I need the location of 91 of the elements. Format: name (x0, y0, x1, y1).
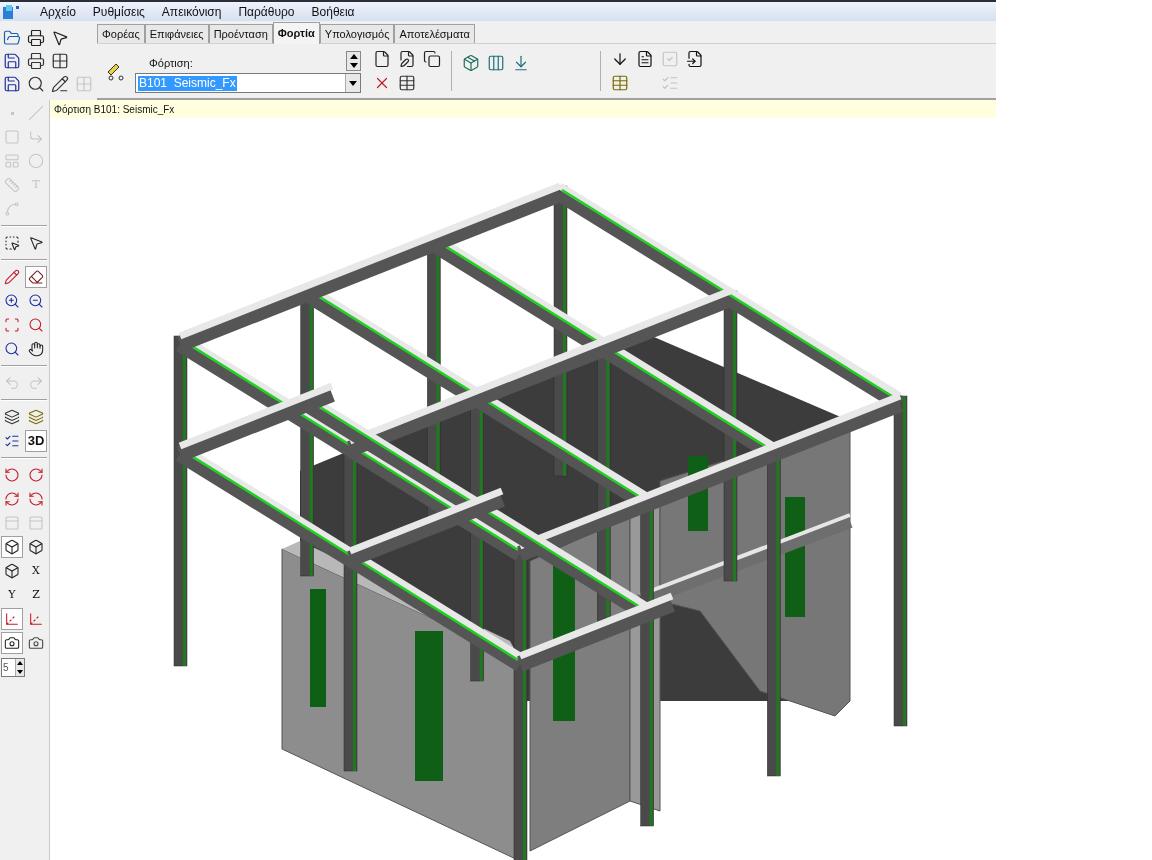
dropdown-button[interactable] (345, 74, 360, 92)
hand-icon (28, 341, 44, 357)
menu-item[interactable]: Απεικόνιση (160, 2, 223, 21)
document-icon (636, 50, 654, 68)
up-arrow-icon (349, 54, 358, 59)
down-arrow-icon (349, 80, 357, 86)
load-label: Φόρτιση: (149, 55, 193, 71)
menu-item[interactable]: Αρχείο (39, 2, 77, 21)
new-file-icon (373, 50, 391, 68)
arrow-down-icon (512, 54, 530, 72)
cube-icon (28, 539, 44, 555)
toolbar-button[interactable] (1, 536, 23, 558)
down-arrow-icon (17, 669, 23, 674)
load-value: B101 Seismic_Fx (138, 75, 237, 91)
view-button[interactable]: X (25, 560, 47, 582)
spin-value: 5 (2, 661, 10, 675)
rotate-icon (4, 491, 20, 507)
view-button[interactable]: Z (25, 584, 47, 606)
pencil-icon (4, 269, 20, 285)
polyline-icon (4, 153, 20, 169)
redo-icon (28, 375, 44, 391)
menu-item[interactable]: Ρυθμίσεις (91, 2, 146, 21)
plane-icon (28, 409, 44, 425)
tab[interactable]: Φορτία (272, 22, 320, 44)
rotate-icon (28, 491, 44, 507)
rectangle-icon (4, 129, 20, 145)
eraser-icon (28, 269, 44, 285)
plane-icon (4, 409, 20, 425)
check-icon (661, 50, 679, 68)
ruler-icon (4, 177, 20, 193)
node-select-icon (4, 235, 20, 251)
checklist-icon (661, 74, 679, 92)
magnifier-icon (4, 341, 20, 357)
printer-icon (27, 52, 45, 70)
columns-icon (487, 54, 505, 72)
menu-item[interactable]: Παράθυρο (237, 2, 296, 21)
pointer-icon (51, 29, 69, 47)
magnifier-icon (27, 75, 45, 93)
zoom-out-icon (28, 293, 44, 309)
tab[interactable]: Υπολογισμός (319, 24, 395, 43)
folder-open-icon (3, 29, 21, 47)
tab[interactable]: Προένταση (208, 24, 273, 43)
zoom-window-icon (4, 317, 20, 333)
cube-icon (4, 563, 20, 579)
axes-icon (4, 611, 20, 627)
toolbar-button[interactable] (1, 632, 23, 654)
arrow-down-icon (611, 50, 629, 68)
view-button[interactable]: 3D (25, 430, 47, 452)
pointer-icon (28, 235, 44, 251)
camera-icon (4, 635, 20, 651)
save-icon (3, 52, 21, 70)
spin-control[interactable] (346, 51, 361, 71)
zoom-in-icon (4, 293, 20, 309)
up-arrow-icon (17, 661, 23, 666)
toolbar-button[interactable] (49, 73, 71, 95)
down-arrow-icon (349, 63, 358, 68)
circle-icon (28, 153, 44, 169)
copy-icon (423, 50, 441, 68)
toolbar-button[interactable] (25, 50, 47, 72)
toolbar-button[interactable] (25, 27, 47, 49)
camera-icon (28, 635, 44, 651)
file-edit-icon (398, 50, 416, 68)
checklist-icon (4, 433, 20, 449)
line-icon (28, 105, 44, 121)
toolbar-button[interactable] (421, 48, 443, 70)
pencil-icon (51, 75, 69, 93)
save-icon (3, 75, 21, 93)
printer-icon (27, 29, 45, 47)
rotate-icon (28, 467, 44, 483)
cube-icon (4, 539, 20, 555)
magnifier-icon (28, 317, 44, 333)
axes-icon (28, 611, 44, 627)
frame-icon (28, 515, 44, 531)
angle-icon (28, 129, 44, 145)
tab[interactable]: Φορέας (97, 24, 145, 43)
toolbar-button[interactable] (25, 266, 47, 288)
grid-icon (51, 52, 69, 70)
curve-icon (4, 201, 20, 217)
table-icon (398, 74, 416, 92)
spin-box[interactable]: 5 (1, 658, 25, 677)
menu-item[interactable]: Βοήθεια (310, 2, 356, 21)
box-icon (462, 54, 480, 72)
view-button[interactable]: Y (1, 584, 23, 606)
tab[interactable]: Επιφάνειες (144, 24, 209, 43)
tab[interactable]: Αποτελέσματα (394, 24, 475, 43)
undo-icon (4, 375, 20, 391)
rotate-icon (4, 467, 20, 483)
table-icon (611, 74, 629, 92)
file-icon (686, 50, 704, 68)
frame-icon (4, 515, 20, 531)
grid-icon (75, 75, 93, 93)
